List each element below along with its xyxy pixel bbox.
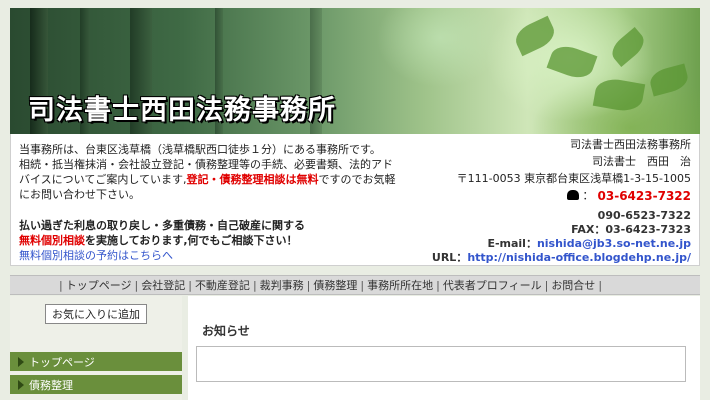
leaf — [647, 63, 691, 97]
office-name: 司法書士西田法務事務所 — [570, 138, 691, 151]
free-consultation-label: 無料個別相談 — [19, 234, 85, 247]
add-to-favorites-button[interactable]: お気に入りに追加 — [45, 304, 147, 324]
nav-item-real-estate-registration[interactable]: 不動産登記 — [195, 277, 250, 293]
tel-prefix: ： — [582, 189, 594, 202]
notice-heading: お知らせ — [202, 324, 250, 338]
nav-separator: | — [59, 278, 63, 292]
representative-name: 司法書士 西田 治 — [592, 155, 691, 168]
nav-item-office-location[interactable]: 事務所所在地 — [367, 277, 433, 293]
nav-item-company-registration[interactable]: 会社登記 — [141, 277, 185, 293]
sidebar-item-debt-settlement[interactable]: 債務整理 — [10, 375, 182, 394]
fax-number: FAX：03-6423-7323 — [571, 223, 691, 236]
arrow-right-icon — [18, 356, 24, 367]
nav-separator: | — [360, 278, 365, 292]
sidebar: お気に入りに追加 トップページ 債務整理 — [10, 296, 182, 400]
leaf — [592, 76, 646, 114]
notice-box — [196, 346, 686, 382]
mobile-number: 090-6523-7322 — [597, 209, 691, 222]
tel-number: 03-6423-7322 — [597, 189, 691, 203]
url-row: URL：http://nishida-office.blogdehp.ne.jp… — [401, 251, 691, 265]
sidebar-item-label: 債務整理 — [29, 378, 73, 392]
header-banner: 司法書士西田法務事務所 — [10, 8, 700, 134]
nav-item-top[interactable]: トップページ — [66, 277, 132, 293]
promo-line: 無料個別相談を実施しております,何でもご相談下さい！ — [19, 233, 439, 248]
email-label: E-mail： — [487, 237, 537, 250]
nav-separator: | — [252, 278, 257, 292]
address: 〒111-0053 東京都台東区浅草橋1-3-15-1005 — [456, 172, 691, 185]
intro-line: 相続・抵当権抹消・会社設立登記・債務整理等の手続、必要書類、法的アド — [19, 158, 393, 171]
leaf — [511, 15, 559, 57]
page: 司法書士西田法務事務所 当事務所は、台東区浅草橋（浅草橋駅西口徒歩１分）にある事… — [0, 0, 710, 400]
intro-text-plain: バイスについてご案内しています, — [19, 173, 187, 186]
promo-tail: を実施しております,何でもご相談下さい！ — [85, 234, 298, 247]
free-consultation-highlight: 登記・債務整理相談は無料 — [186, 173, 319, 186]
nav-separator: | — [544, 278, 549, 292]
info-box: 当事務所は、台東区浅草橋（浅草橋駅西口徒歩１分）にある事務所です。 相続・抵当権… — [10, 134, 700, 266]
sidebar-item-label: トップページ — [29, 355, 95, 369]
nav-separator: | — [598, 278, 603, 292]
consultation-booking-link[interactable]: 無料個別相談の予約はこちらへ — [19, 249, 173, 262]
url-link[interactable]: http://nishida-office.blogdehp.ne.jp/ — [467, 251, 691, 264]
nav-item-court-affairs[interactable]: 裁判事務 — [260, 277, 304, 293]
leaf — [607, 27, 649, 67]
intro-text: 当事務所は、台東区浅草橋（浅草橋駅西口徒歩１分）にある事務所です。 相続・抵当権… — [19, 142, 439, 202]
nav-separator: | — [436, 278, 440, 292]
sidebar-item-top[interactable]: トップページ — [10, 352, 182, 371]
contact-block: 司法書士西田法務事務所 司法書士 西田 治 〒111-0053 東京都台東区浅草… — [401, 138, 691, 265]
nav-separator: | — [134, 278, 139, 292]
tel-row: ： 03-6423-7322 — [401, 189, 691, 203]
nav-separator: | — [188, 278, 192, 292]
site-title: 司法書士西田法務事務所 — [28, 95, 336, 126]
intro-text-tail: ですのでお気軽 — [318, 173, 396, 186]
promo-text: 払い過ぎた利息の取り戻し・多重債務・自己破産に関する 無料個別相談を実施しており… — [19, 218, 439, 263]
global-nav: | トップページ | 会社登記 | 不動産登記 | 裁判事務 | 債務整理 | … — [10, 275, 700, 295]
intro-line: 当事務所は、台東区浅草橋（浅草橋駅西口徒歩１分）にある事務所です。 — [19, 143, 381, 156]
arrow-right-icon — [18, 379, 24, 390]
intro-line: バイスについてご案内しています,登記・債務整理相談は無料ですのでお気軽 — [19, 172, 439, 187]
promo-line: 払い過ぎた利息の取り戻し・多重債務・自己破産に関する — [19, 219, 305, 232]
email-link[interactable]: nishida@jb3.so-net.ne.jp — [537, 237, 691, 250]
main-content: お知らせ — [188, 296, 700, 400]
url-label: URL： — [431, 251, 468, 264]
intro-line: にお問い合わせ下さい。 — [19, 188, 140, 201]
nav-item-profile[interactable]: 代表者プロフィール — [443, 277, 542, 293]
email-row: E-mail：nishida@jb3.so-net.ne.jp — [401, 237, 691, 251]
phone-icon — [566, 190, 579, 200]
nav-item-debt-settlement[interactable]: 債務整理 — [313, 277, 357, 293]
nav-item-contact[interactable]: お問合せ — [551, 277, 595, 293]
nav-separator: | — [306, 278, 311, 292]
leaf — [546, 41, 598, 83]
